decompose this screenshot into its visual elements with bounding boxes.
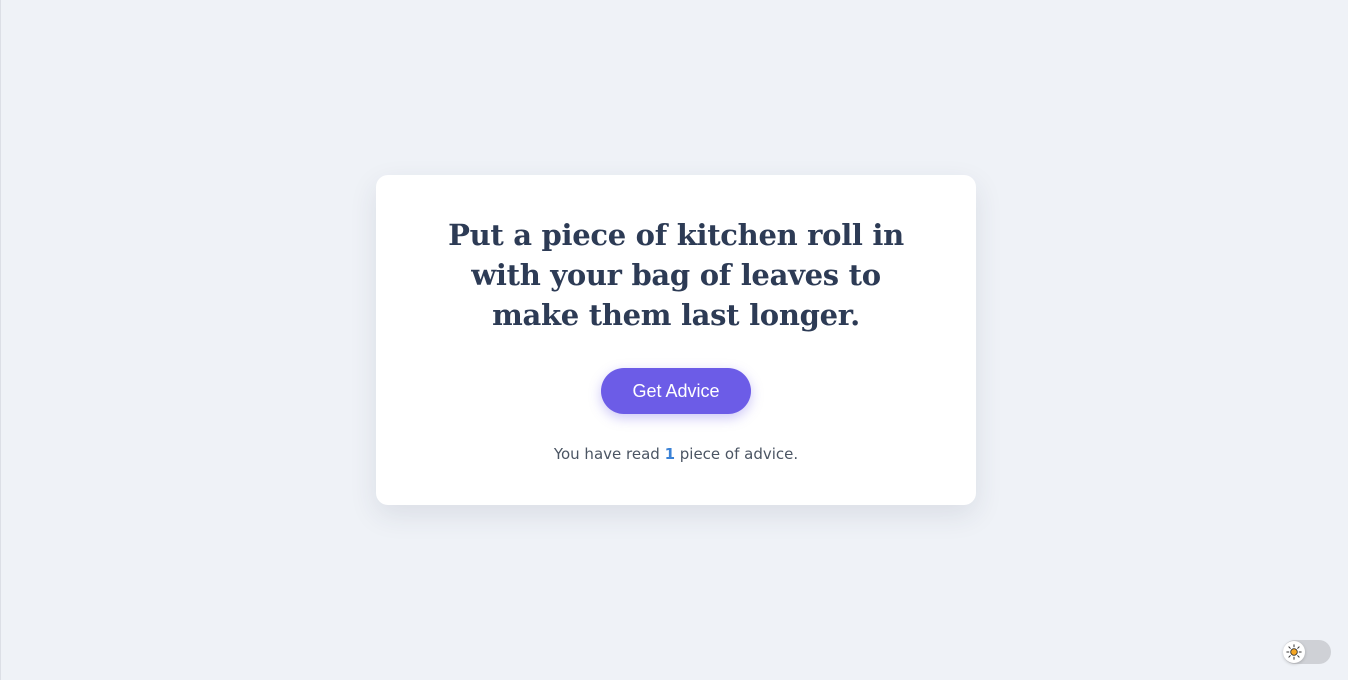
counter-count: 1 — [664, 445, 675, 463]
get-advice-button[interactable]: Get Advice — [601, 368, 751, 414]
theme-toggle[interactable] — [1283, 640, 1331, 664]
counter-suffix: piece of advice. — [675, 445, 799, 463]
sun-icon — [1286, 644, 1302, 660]
advice-counter: You have read 1 piece of advice. — [376, 445, 976, 463]
counter-prefix: You have read — [553, 445, 665, 463]
advice-text: Put a piece of kitchen roll in with your… — [448, 218, 904, 332]
advice-card: Put a piece of kitchen roll in with your… — [376, 175, 976, 505]
theme-toggle-knob — [1283, 641, 1305, 663]
